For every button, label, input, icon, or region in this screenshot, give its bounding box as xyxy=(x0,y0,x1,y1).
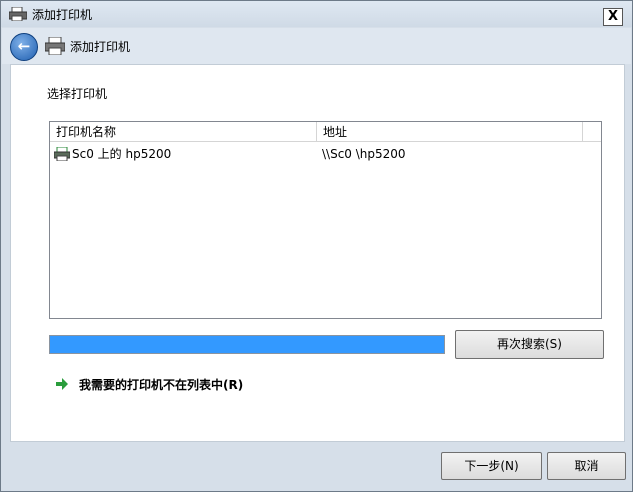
arrow-right-icon xyxy=(56,378,68,390)
printer-icon xyxy=(54,147,70,161)
add-printer-window: 添加打印机 X ← 添加打印机 选择打印机 打印机名称 地址 Sc0 上的 hp… xyxy=(0,0,633,492)
search-again-button[interactable]: 再次搜索(S) xyxy=(455,330,604,359)
printer-list[interactable]: 打印机名称 地址 Sc0 上的 hp5200 \\Sc0 \hp5200 xyxy=(49,121,602,319)
title-bar: 添加打印机 X xyxy=(1,1,632,27)
column-header-printer-name[interactable]: 打印机名称 xyxy=(50,122,317,142)
printer-address-cell: \\Sc0 \hp5200 xyxy=(322,147,406,161)
close-button[interactable]: X xyxy=(603,8,623,26)
printer-not-listed-label: 我需要的打印机不在列表中(R) xyxy=(79,378,244,392)
back-button[interactable]: ← xyxy=(10,33,38,61)
navigation-bar: ← 添加打印机 xyxy=(2,28,631,64)
printer-icon xyxy=(9,7,27,21)
table-row[interactable]: Sc0 上的 hp5200 \\Sc0 \hp5200 xyxy=(50,144,601,164)
printer-icon xyxy=(45,37,65,55)
section-label: 选择打印机 xyxy=(47,87,108,101)
column-header-address[interactable]: 地址 xyxy=(317,122,583,142)
cancel-button[interactable]: 取消 xyxy=(547,452,626,480)
window-title: 添加打印机 xyxy=(32,8,93,22)
nav-title: 添加打印机 xyxy=(70,40,131,54)
printer-name-cell: Sc0 上的 hp5200 xyxy=(72,147,172,161)
progress-fill xyxy=(50,336,444,353)
column-header-filler xyxy=(583,122,601,142)
wizard-content: 选择打印机 打印机名称 地址 Sc0 上的 hp5200 \\Sc0 \hp52… xyxy=(10,64,625,442)
search-progress-bar xyxy=(49,335,445,354)
next-button[interactable]: 下一步(N) xyxy=(441,452,542,480)
